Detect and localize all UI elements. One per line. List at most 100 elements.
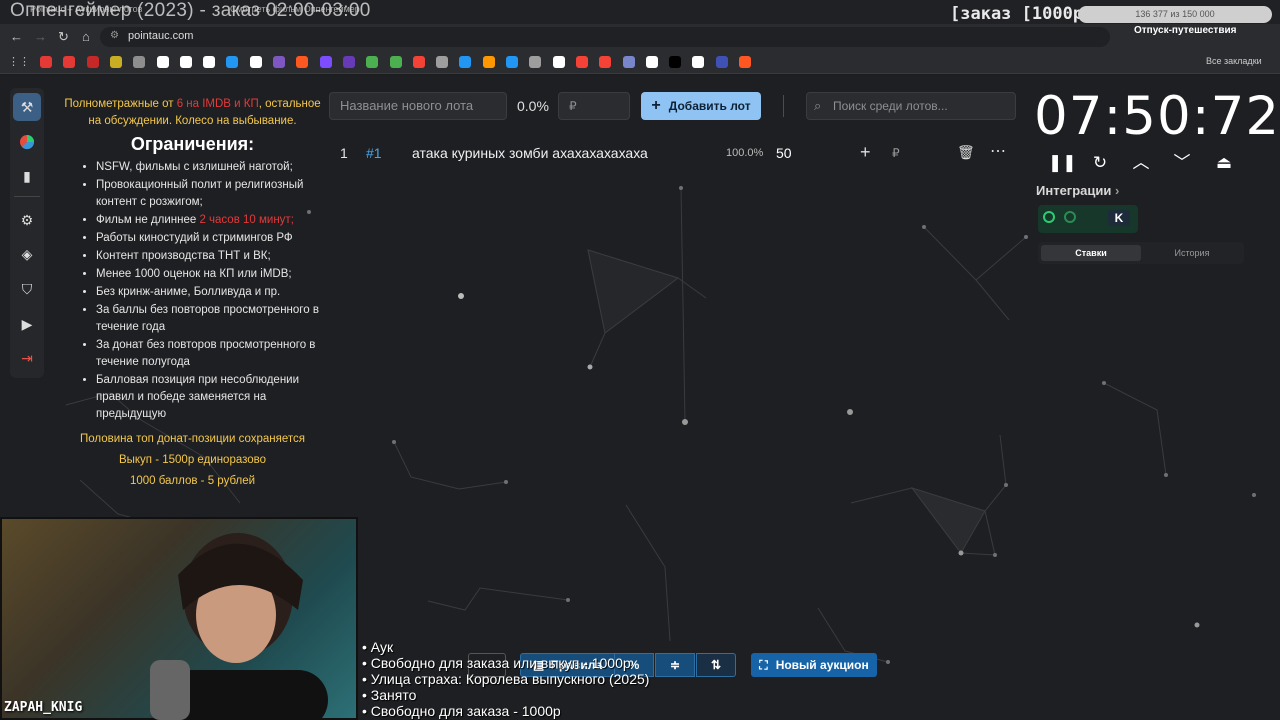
- forward-icon[interactable]: →: [34, 24, 47, 50]
- rule-item: NSFW, фильмы с излишней наготой;: [96, 159, 325, 176]
- bookmark-favicon-icon[interactable]: [645, 56, 658, 68]
- rule-text-a: За баллы без повторов просмотренного в т…: [96, 304, 319, 333]
- rule-item: Контент производства ТНТ и ВК;: [96, 248, 325, 265]
- rules-footer-3: 1000 баллов - 5 рублей: [129, 475, 256, 487]
- rules-title: Ограничения:: [130, 134, 255, 154]
- rule-item: Без кринж-аниме, Болливуда и пр.: [96, 284, 325, 301]
- toolbar-divider: [783, 95, 784, 117]
- timer-up-icon[interactable]: ︿: [1130, 152, 1152, 174]
- rule-text-a: Контент производства ТНТ и ВК;: [96, 250, 271, 262]
- delete-icon[interactable]: 🗑: [957, 144, 975, 161]
- new-auction-label: Новый аукцион: [775, 658, 869, 672]
- integration-inactive-icon[interactable]: [1064, 211, 1076, 223]
- bookmark-favicon-icon[interactable]: [156, 56, 169, 68]
- stats-nav-icon[interactable]: ▮: [13, 162, 41, 190]
- bookmark-favicon-icon[interactable]: [715, 56, 728, 68]
- bookmark-favicon-icon[interactable]: [133, 56, 146, 68]
- wheel-nav-icon[interactable]: [13, 128, 41, 156]
- settings-icon[interactable]: ⚙: [13, 206, 41, 234]
- bookmark-favicon-icon[interactable]: [669, 56, 682, 68]
- rule-item: За донат без повторов просмотренного в т…: [96, 337, 325, 371]
- rules-intro: Полнометражные от 6 на IMDB и КП, осталь…: [60, 96, 325, 130]
- bookmark-favicon-icon[interactable]: [436, 56, 449, 68]
- new-lot-amount-input[interactable]: ₽: [558, 92, 630, 120]
- bookmark-favicon-icon[interactable]: [575, 56, 588, 68]
- new-auction-button[interactable]: ⛶ Новый аукцион: [751, 653, 877, 677]
- rule-text-a: Фильм не длиннее: [96, 214, 200, 226]
- search-icon: ⌕: [814, 98, 822, 113]
- bookmark-favicon-icon[interactable]: [296, 56, 309, 68]
- donation-goal-bar: 136 377 из 150 000: [1078, 6, 1272, 23]
- auction-nav-icon[interactable]: ⚒: [13, 93, 41, 121]
- bookmark-favicon-icon[interactable]: [529, 56, 542, 68]
- timer-down-icon[interactable]: ﹀: [1171, 152, 1193, 174]
- video-library-icon[interactable]: ▶: [13, 310, 41, 338]
- integration-active-icon[interactable]: [1043, 211, 1055, 223]
- rule-text-a: Провокационный полит и религиозный конте…: [96, 179, 304, 208]
- reset-icon[interactable]: ↻: [1089, 152, 1111, 174]
- rule-item: Фильм не длиннее 2 часов 10 минут;: [96, 212, 325, 229]
- all-bookmarks[interactable]: Все закладки: [1206, 56, 1262, 66]
- back-icon[interactable]: ←: [10, 24, 23, 50]
- compress-button[interactable]: ≑: [655, 653, 695, 677]
- add-amount-icon[interactable]: +: [860, 142, 871, 163]
- sidebar-divider: [14, 196, 40, 197]
- bookmark-favicon-icon[interactable]: [739, 56, 751, 68]
- layers-icon[interactable]: ◈: [13, 240, 41, 268]
- sort-button[interactable]: ⇅: [696, 653, 736, 677]
- bookmark-favicon-icon[interactable]: [622, 56, 635, 68]
- bookmark-favicon-icon[interactable]: [179, 56, 192, 68]
- tab-history[interactable]: История: [1142, 245, 1242, 261]
- lot-amount[interactable]: 50: [776, 145, 792, 161]
- bookmark-favicon-icon[interactable]: [63, 56, 76, 68]
- bookmark-favicon-icon[interactable]: [342, 56, 355, 68]
- app-sidebar: ⚒ ▮ ⚙ ◈ ⛉ ▶ ⇥: [10, 88, 44, 378]
- logout-icon[interactable]: ⇥: [13, 344, 41, 372]
- bookmark-favicon-icon[interactable]: [203, 56, 216, 68]
- playlist-item: • Свободно для заказа или выкуп - 1000р: [362, 655, 631, 671]
- rule-item: За баллы без повторов просмотренного в т…: [96, 302, 325, 336]
- pause-icon[interactable]: ❚❚: [1048, 152, 1077, 174]
- new-auction-icon: ⛶: [759, 657, 768, 672]
- site-info-icon[interactable]: ⚙: [110, 30, 119, 41]
- shield-icon[interactable]: ⛉: [13, 275, 41, 303]
- home-icon[interactable]: ⌂: [82, 24, 90, 50]
- reload-icon[interactable]: ↻: [58, 24, 69, 50]
- bookmark-favicon-icon[interactable]: [226, 56, 239, 68]
- stream-title: Оппенгеймер (2023) - заказ 02:00-03:00: [10, 0, 371, 21]
- bookmark-favicon-icon[interactable]: [599, 56, 612, 68]
- bookmark-favicon-icon[interactable]: [389, 56, 402, 68]
- integrations-link[interactable]: Интеграции ›: [1036, 183, 1119, 198]
- address-bar[interactable]: ⚙ pointauc.com: [100, 27, 1110, 47]
- bookmark-favicon-icon[interactable]: [319, 56, 332, 68]
- bookmark-favicon-icon[interactable]: [552, 56, 565, 68]
- bookmark-favicon-icon[interactable]: [482, 56, 495, 68]
- lot-name[interactable]: атака куриных зомби ахахахахахаха: [412, 145, 648, 161]
- playlist-item: • Улица страха: Королева выпускного (202…: [362, 671, 650, 687]
- bookmark-favicon-icon[interactable]: [366, 56, 379, 68]
- bookmark-favicon-icon[interactable]: [273, 56, 285, 68]
- more-options-icon[interactable]: ⋯: [990, 141, 1006, 161]
- new-lot-name-input[interactable]: Название нового лота: [329, 92, 507, 120]
- rule-item: Провокационный полит и религиозный конте…: [96, 177, 325, 211]
- bookmark-favicon-icon[interactable]: [459, 56, 472, 68]
- bookmark-favicon-icon[interactable]: [506, 56, 518, 68]
- timer-max-icon[interactable]: ⏏: [1213, 152, 1235, 174]
- lot-search-input[interactable]: Поиск среди лотов...: [806, 92, 1016, 120]
- bookmark-favicon-icon[interactable]: [109, 56, 122, 68]
- add-lot-button[interactable]: + Добавить лот: [641, 92, 761, 120]
- lot-row[interactable]: 1 #1 атака куриных зомби ахахахахахаха 1…: [329, 138, 1019, 168]
- bookmark-favicon-icon[interactable]: [86, 56, 99, 68]
- apps-icon[interactable]: ⋮⋮: [8, 55, 30, 68]
- vk-integration-icon[interactable]: K: [1108, 210, 1130, 226]
- rules-footer-1: Половина топ донат-позиции сохраняется: [80, 433, 305, 445]
- playlist-overlay: • Аук • Свободно для заказа или выкуп - …: [362, 639, 649, 719]
- bookmark-favicon-icon[interactable]: [40, 56, 52, 68]
- bookmark-favicon-icon[interactable]: [249, 56, 262, 68]
- bookmark-favicon-icon[interactable]: [412, 56, 425, 68]
- bookmark-favicon-icon[interactable]: [692, 56, 705, 68]
- rule-text-a: Работы киностудий и стримингов РФ: [96, 232, 293, 244]
- rule-text-a: Без кринж-аниме, Болливуда и пр.: [96, 286, 281, 298]
- tab-bids[interactable]: Ставки: [1041, 245, 1141, 261]
- lot-tag[interactable]: #1: [366, 145, 382, 161]
